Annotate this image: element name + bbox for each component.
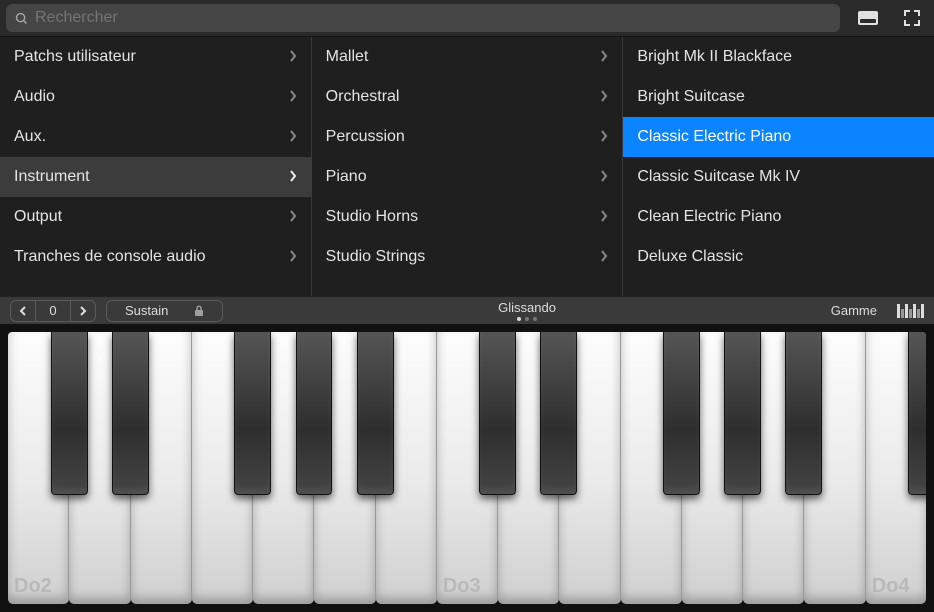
black-key[interactable] bbox=[908, 332, 926, 495]
top-bar bbox=[0, 0, 934, 36]
search-input[interactable] bbox=[35, 9, 832, 27]
browser-item[interactable]: Mallet bbox=[312, 37, 623, 77]
chevron-right-icon bbox=[600, 89, 608, 105]
browser-item-label: Patchs utilisateur bbox=[14, 48, 136, 66]
browser-item[interactable]: Bright Mk II Blackface bbox=[623, 37, 934, 77]
browser-column-1: Mallet Orchestral Percussion Piano Studio Ho… bbox=[312, 37, 624, 296]
browser-item-label: Percussion bbox=[326, 128, 405, 146]
chevron-right-icon bbox=[289, 249, 297, 265]
page-dots bbox=[233, 317, 820, 321]
search-field[interactable] bbox=[6, 4, 840, 32]
fullscreen-button[interactable] bbox=[896, 5, 928, 31]
browser-item-label: Deluxe Classic bbox=[637, 248, 743, 266]
browser-item-label: Aux. bbox=[14, 128, 46, 146]
key-label: Do3 bbox=[443, 575, 481, 598]
sustain-button[interactable]: Sustain bbox=[106, 300, 223, 322]
browser-item-label: Piano bbox=[326, 168, 367, 186]
chevron-right-icon bbox=[600, 49, 608, 65]
browser-item[interactable]: Studio Horns bbox=[312, 197, 623, 237]
lock-icon bbox=[186, 301, 212, 321]
chevron-right-icon bbox=[289, 209, 297, 225]
black-key[interactable] bbox=[112, 332, 149, 495]
black-key[interactable] bbox=[479, 332, 516, 495]
black-key[interactable] bbox=[357, 332, 394, 495]
black-key[interactable] bbox=[724, 332, 761, 495]
black-key[interactable] bbox=[540, 332, 577, 495]
octave-down-button[interactable] bbox=[11, 301, 35, 321]
black-key[interactable] bbox=[785, 332, 822, 495]
browser-item-label: Mallet bbox=[326, 48, 369, 66]
browser-item-label: Clean Electric Piano bbox=[637, 208, 781, 226]
browser-item[interactable]: Tranches de console audio bbox=[0, 237, 311, 277]
window-mode-button[interactable] bbox=[852, 5, 884, 31]
browser-item[interactable]: Orchestral bbox=[312, 77, 623, 117]
chevron-right-icon bbox=[600, 169, 608, 185]
browser-item[interactable]: Aux. bbox=[0, 117, 311, 157]
browser-item[interactable]: Output bbox=[0, 197, 311, 237]
browser-item[interactable]: Percussion bbox=[312, 117, 623, 157]
browser-column-0: Patchs utilisateur Audio Aux. Instrument Out… bbox=[0, 37, 312, 296]
octave-stepper[interactable]: 0 bbox=[10, 300, 96, 322]
browser-item-label: Output bbox=[14, 208, 62, 226]
browser-item[interactable]: Classic Suitcase Mk IV bbox=[623, 157, 934, 197]
browser-item-label: Classic Electric Piano bbox=[637, 128, 791, 146]
browser-item[interactable]: Piano bbox=[312, 157, 623, 197]
browser-item-label: Instrument bbox=[14, 168, 90, 186]
sustain-label: Sustain bbox=[117, 301, 176, 321]
browser-item[interactable]: Instrument bbox=[0, 157, 311, 197]
keyboard-area: Do2 Do3 Do4 bbox=[0, 324, 934, 612]
browser-item-label: Studio Strings bbox=[326, 248, 426, 266]
octave-value: 0 bbox=[36, 301, 70, 321]
octave-up-button[interactable] bbox=[71, 301, 95, 321]
browser-item-label: Studio Horns bbox=[326, 208, 419, 226]
browser-item[interactable]: Classic Electric Piano bbox=[623, 117, 934, 157]
black-key[interactable] bbox=[296, 332, 333, 495]
chevron-right-icon bbox=[289, 89, 297, 105]
key-label: Do2 bbox=[14, 575, 52, 598]
browser-item-label: Audio bbox=[14, 88, 55, 106]
browser-column-2: Bright Mk II Blackface Bright Suitcase Cla… bbox=[623, 37, 934, 296]
browser-item-label: Tranches de console audio bbox=[14, 248, 206, 266]
play-mode-label: Glissando bbox=[233, 300, 820, 315]
browser-item-label: Bright Suitcase bbox=[637, 88, 745, 106]
key-label: Do4 bbox=[872, 575, 910, 598]
browser-item[interactable]: Deluxe Classic bbox=[623, 237, 934, 277]
chevron-right-icon bbox=[289, 49, 297, 65]
black-key[interactable] bbox=[663, 332, 700, 495]
chevron-right-icon bbox=[600, 209, 608, 225]
chevron-right-icon bbox=[289, 129, 297, 145]
browser-item-label: Bright Mk II Blackface bbox=[637, 48, 792, 66]
keyboard-toolbar: 0 Sustain Glissando Gamme bbox=[0, 296, 934, 324]
browser-item[interactable]: Studio Strings bbox=[312, 237, 623, 277]
black-key[interactable] bbox=[51, 332, 88, 495]
browser-item-label: Classic Suitcase Mk IV bbox=[637, 168, 800, 186]
browser-item-label: Orchestral bbox=[326, 88, 400, 106]
keyboard[interactable]: Do2 Do3 Do4 bbox=[8, 332, 926, 604]
browser-item[interactable]: Clean Electric Piano bbox=[623, 197, 934, 237]
chevron-right-icon bbox=[600, 249, 608, 265]
black-key[interactable] bbox=[234, 332, 271, 495]
browser-item[interactable]: Audio bbox=[0, 77, 311, 117]
chevron-right-icon bbox=[600, 129, 608, 145]
browser-item[interactable]: Bright Suitcase bbox=[623, 77, 934, 117]
chevron-right-icon bbox=[289, 169, 297, 185]
scale-button[interactable]: Gamme bbox=[831, 303, 877, 318]
browser-item[interactable]: Patchs utilisateur bbox=[0, 37, 311, 77]
patch-browser: Patchs utilisateur Audio Aux. Instrument Out… bbox=[0, 36, 934, 296]
search-icon bbox=[14, 11, 29, 26]
play-mode[interactable]: Glissando bbox=[233, 300, 820, 321]
keyboard-layout-icon[interactable] bbox=[897, 304, 924, 318]
